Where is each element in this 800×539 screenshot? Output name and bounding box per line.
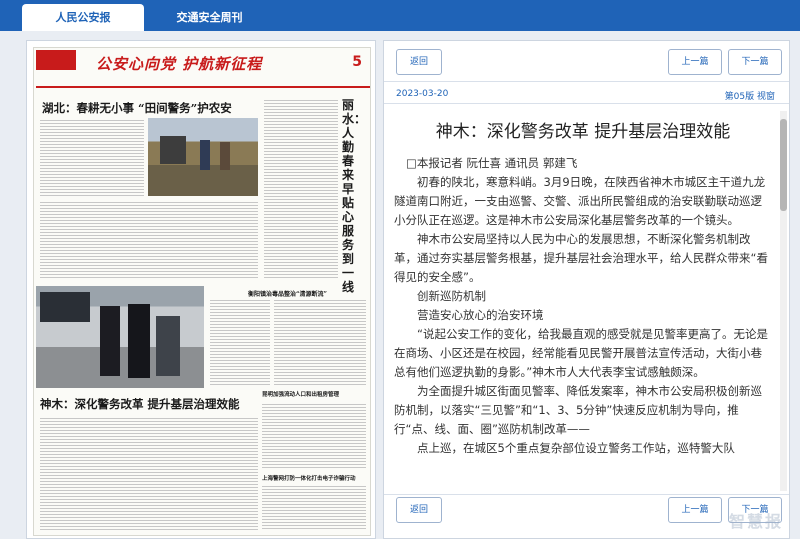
- article-title: 神木：深化警务改革 提升基层治理效能: [435, 122, 731, 142]
- next-article-button[interactable]: 下一篇: [728, 49, 782, 75]
- text-column: [274, 298, 366, 386]
- article-paragraph: 点上巡，在城区5个重点复杂部位设立警务工作站，巡特警大队: [417, 441, 735, 455]
- text-column: [262, 402, 366, 468]
- newspaper-headline-top[interactable]: 湖北：春耕无小事 “田间警务”护农安: [42, 100, 232, 116]
- newspaper-headline-main[interactable]: 神木：深化警务改革 提升基层治理效能: [40, 396, 240, 412]
- text-column: [40, 416, 258, 531]
- back-button-bottom[interactable]: 返回: [396, 497, 442, 523]
- article-scrollbar[interactable]: [780, 111, 787, 491]
- text-column: [262, 484, 366, 531]
- article-content: 神木：深化警务改革 提升基层治理效能 □本报记者 阮仕喜 通讯员 郭建飞 初春的…: [394, 111, 772, 491]
- article-paragraph: 神木市公安局坚持以人民为中心的发展思想，不断深化警务机制改革，通过夯实基层警务根…: [394, 232, 768, 284]
- article-subheading: 营造安心放心的治安环境: [417, 308, 544, 322]
- text-column: [40, 200, 258, 280]
- article-byline: □本报记者 阮仕喜 通讯员 郭建飞: [406, 156, 578, 170]
- farmer-photo: [148, 118, 258, 196]
- tab-jiaotong-anquan-zhoukan[interactable]: 交通安全周刊: [152, 4, 267, 31]
- prev-article-button[interactable]: 上一篇: [668, 49, 722, 75]
- masthead-page-number: 5: [352, 54, 362, 70]
- article-paragraph: 初春的陕北，寒意料峭。3月9日晚，在陕西省神木市城区主干道九龙隧道南口附近，一支…: [394, 175, 766, 227]
- newspaper-page-image[interactable]: 公安心向党 护航新征程 5 湖北：春耕无小事 “田间警务”护农安 丽水：人勤春来…: [33, 47, 371, 536]
- text-column: [40, 118, 144, 196]
- top-divider: [384, 81, 789, 82]
- article-date: 2023-03-20: [396, 89, 449, 99]
- newspaper-headline-small2[interactable]: 昆明加强流动人口和出租房管理: [262, 390, 339, 398]
- prev-article-button-bottom[interactable]: 上一篇: [668, 497, 722, 523]
- article-paragraph: 为全面提升城区街面见警率、降低发案率，神木市公安局积极创新巡防机制，以落实“三见…: [394, 384, 762, 436]
- masthead-slogan: 公安心向党 护航新征程: [96, 55, 263, 73]
- meta-divider: [384, 103, 789, 104]
- newspaper-page-panel: 公安心向党 护航新征程 5 湖北：春耕无小事 “田间警务”护农安 丽水：人勤春来…: [26, 40, 376, 539]
- text-column: [210, 298, 270, 386]
- watermark-logo: 智慧报: [728, 512, 783, 531]
- article-reader-panel: 返回 上一篇 下一篇 2023-03-20 第05版 视窗 神木：深化警务改革 …: [383, 40, 790, 539]
- article-paragraph: “说起公安工作的变化，给我最直观的感受就是见警率更高了。无论是在商场、小区还是在…: [394, 327, 768, 379]
- article-subheading: 创新巡防机制: [417, 289, 486, 303]
- police-training-photo: [36, 286, 204, 388]
- masthead-red-block: [36, 50, 76, 70]
- newspaper-headline-right[interactable]: 丽水：人勤春来早 贴心服务到一线: [342, 98, 366, 294]
- article-section: 第05版 视窗: [724, 92, 775, 102]
- tab-renmin-gongan-bao[interactable]: 人民公安报: [22, 4, 144, 31]
- scrollbar-thumb[interactable]: [780, 119, 787, 211]
- newspaper-headline-small3[interactable]: 上海警网打防一体化打击电子诈骗行动: [262, 474, 356, 482]
- newspaper-masthead: 公安心向党 护航新征程 5: [36, 50, 370, 88]
- newspaper-headline-small1[interactable]: 衡阳镇治毒品整治“清源断流”: [248, 289, 327, 298]
- back-button[interactable]: 返回: [396, 49, 442, 75]
- top-tab-bar: 人民公安报 交通安全周刊: [0, 0, 800, 31]
- bottom-divider: [384, 494, 789, 495]
- text-column: [264, 98, 338, 280]
